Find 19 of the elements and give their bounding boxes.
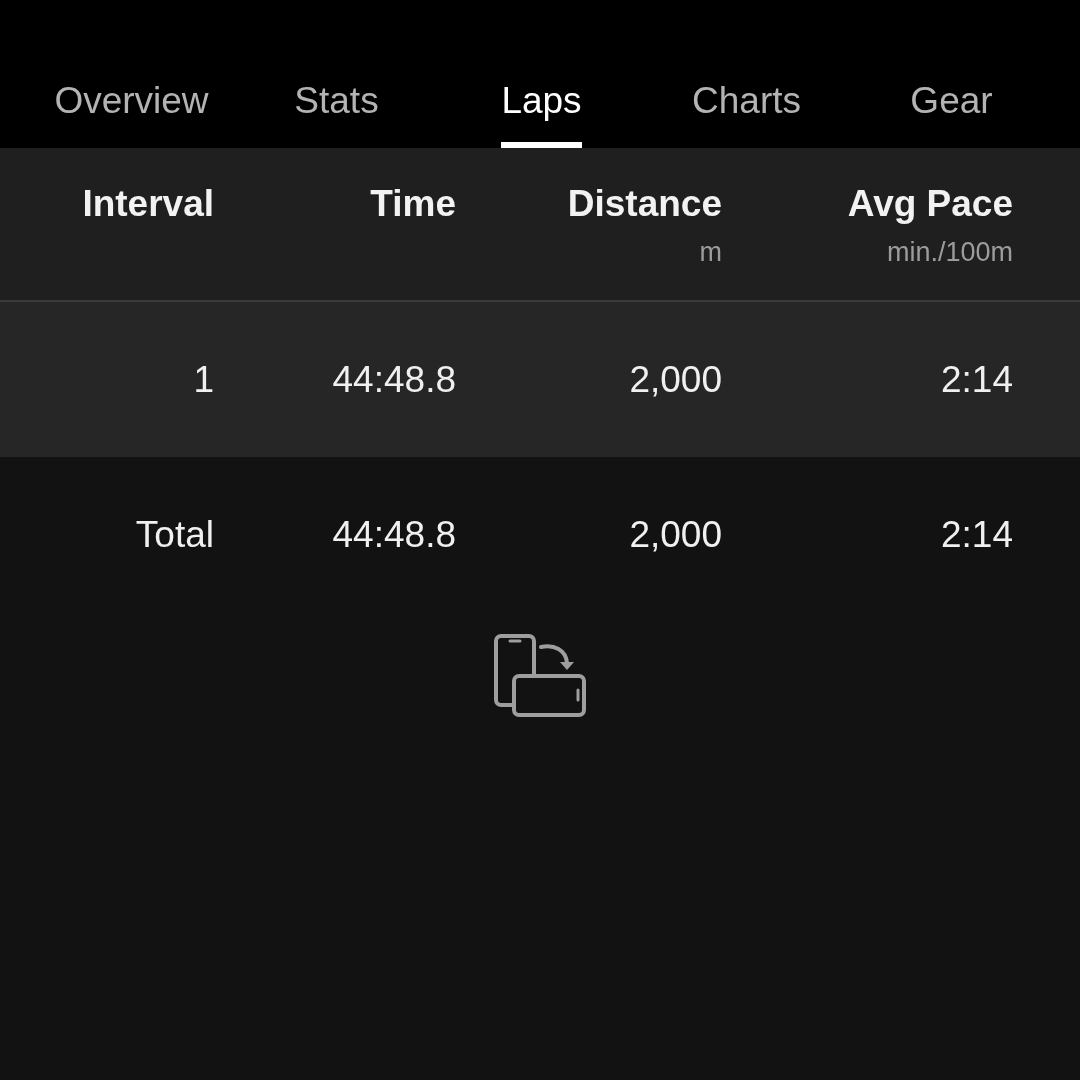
- table-cell: 2:14: [941, 512, 1013, 557]
- table-cell: 2:14: [941, 357, 1013, 402]
- column-header: Distance: [567, 182, 722, 226]
- table-cell: Total: [135, 512, 214, 557]
- table-cell: 1: [193, 357, 214, 402]
- tab[interactable]: Charts: [692, 0, 801, 148]
- column-header: Time: [370, 182, 456, 226]
- column-header: Avg Pace: [847, 182, 1013, 226]
- column-unit: min./100m: [886, 236, 1013, 268]
- column-header: Interval: [82, 182, 214, 226]
- table-cell: 44:48.8: [332, 512, 456, 557]
- column-unit: m: [699, 236, 722, 268]
- tab[interactable]: Gear: [910, 0, 993, 148]
- tab[interactable]: Overview: [54, 0, 209, 148]
- table-cell: 2,000: [629, 357, 722, 402]
- screen-rotate-icon: [494, 634, 586, 718]
- tab[interactable]: Stats: [294, 0, 379, 148]
- table-cell: 44:48.8: [332, 357, 456, 402]
- table-cell: 2,000: [629, 512, 722, 557]
